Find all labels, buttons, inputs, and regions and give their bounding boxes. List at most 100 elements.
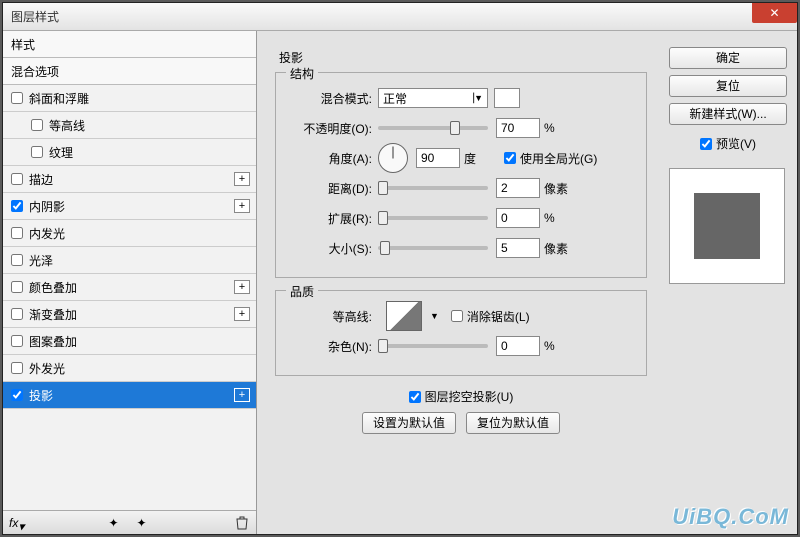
preview-checkbox[interactable]: [700, 138, 712, 150]
blending-options-row[interactable]: 混合选项: [3, 58, 256, 85]
layer-style-dialog: 图层样式 ✕ 样式 混合选项 斜面和浮雕 等高线: [2, 2, 798, 535]
close-button[interactable]: ✕: [752, 3, 797, 23]
style-checkbox[interactable]: [31, 119, 43, 131]
style-item-drop-shadow[interactable]: 投影 +: [3, 382, 256, 409]
opacity-slider[interactable]: [378, 126, 488, 130]
spread-slider[interactable]: [378, 216, 488, 220]
style-checkbox[interactable]: [11, 281, 23, 293]
style-label: 等高线: [49, 117, 85, 134]
style-checkbox[interactable]: [11, 362, 23, 374]
opacity-input[interactable]: 70: [496, 118, 540, 138]
reset-button[interactable]: 复位: [669, 75, 787, 97]
structure-group: 结构 混合模式: 正常 ▕▼ 不透明度(O): 70 % 角度(A): [275, 72, 647, 278]
style-item-pattern-overlay[interactable]: 图案叠加: [3, 328, 256, 355]
preview-label: 预览(V): [716, 135, 756, 152]
style-item-inner-glow[interactable]: 内发光: [3, 220, 256, 247]
global-light-checkbox[interactable]: [504, 152, 516, 164]
reset-default-button[interactable]: 复位为默认值: [466, 412, 560, 434]
move-up-icon[interactable]: ✦: [109, 516, 123, 530]
make-default-button[interactable]: 设置为默认值: [362, 412, 456, 434]
blending-options-label: 混合选项: [11, 63, 59, 80]
spread-unit: %: [544, 211, 574, 225]
global-light-label: 使用全局光(G): [520, 150, 597, 167]
style-label: 外发光: [29, 360, 65, 377]
distance-input[interactable]: 2: [496, 178, 540, 198]
structure-legend: 结构: [286, 65, 318, 82]
fx-menu-icon[interactable]: fx▾: [9, 516, 23, 530]
contour-picker[interactable]: [386, 301, 422, 331]
settings-panel: 投影 结构 混合模式: 正常 ▕▼ 不透明度(O): 70 %: [257, 31, 659, 534]
antialias-checkbox[interactable]: [451, 310, 463, 322]
window-title: 图层样式: [11, 8, 59, 25]
action-panel: 确定 复位 新建样式(W)... 预览(V): [659, 31, 797, 534]
style-label: 描边: [29, 171, 53, 188]
spread-input[interactable]: 0: [496, 208, 540, 228]
style-checkbox[interactable]: [11, 173, 23, 185]
chevron-down-icon: ▕▼: [467, 93, 483, 104]
size-label: 大小(S):: [288, 240, 372, 257]
blend-mode-value: 正常: [383, 90, 407, 107]
style-checkbox[interactable]: [11, 254, 23, 266]
section-title: 投影: [279, 49, 647, 66]
style-label: 图案叠加: [29, 333, 77, 350]
blend-mode-label: 混合模式:: [288, 90, 372, 107]
add-effect-icon[interactable]: +: [234, 280, 250, 294]
size-unit: 像素: [544, 240, 574, 257]
move-down-icon[interactable]: ✦: [137, 516, 151, 530]
style-label: 投影: [29, 387, 53, 404]
style-item-stroke[interactable]: 描边 +: [3, 166, 256, 193]
titlebar[interactable]: 图层样式 ✕: [3, 3, 797, 31]
ok-button[interactable]: 确定: [669, 47, 787, 69]
style-item-gradient-overlay[interactable]: 渐变叠加 +: [3, 301, 256, 328]
style-item-contour[interactable]: 等高线: [3, 112, 256, 139]
style-checkbox[interactable]: [11, 335, 23, 347]
styles-header[interactable]: 样式: [3, 31, 256, 58]
distance-label: 距离(D):: [288, 180, 372, 197]
add-effect-icon[interactable]: +: [234, 388, 250, 402]
style-item-satin[interactable]: 光泽: [3, 247, 256, 274]
angle-dial[interactable]: [378, 143, 408, 173]
quality-group: 品质 等高线: ▼ 消除锯齿(L) 杂色(N): 0 %: [275, 290, 647, 376]
style-checkbox[interactable]: [11, 389, 23, 401]
style-checkbox[interactable]: [11, 227, 23, 239]
spread-label: 扩展(R):: [288, 210, 372, 227]
size-input[interactable]: 5: [496, 238, 540, 258]
styles-header-label: 样式: [11, 36, 35, 53]
style-label: 纹理: [49, 144, 73, 161]
knockout-checkbox[interactable]: [409, 391, 421, 403]
style-label: 渐变叠加: [29, 306, 77, 323]
noise-input[interactable]: 0: [496, 336, 540, 356]
styles-list: 样式 混合选项 斜面和浮雕 等高线 纹理: [3, 31, 256, 510]
blend-mode-select[interactable]: 正常 ▕▼: [378, 88, 488, 108]
style-checkbox[interactable]: [11, 308, 23, 320]
add-effect-icon[interactable]: +: [234, 199, 250, 213]
size-slider[interactable]: [378, 246, 488, 250]
angle-input[interactable]: 90: [416, 148, 460, 168]
add-effect-icon[interactable]: +: [234, 307, 250, 321]
preview-swatch: [694, 193, 760, 259]
add-effect-icon[interactable]: +: [234, 172, 250, 186]
contour-label: 等高线:: [288, 308, 372, 325]
style-item-bevel[interactable]: 斜面和浮雕: [3, 85, 256, 112]
opacity-label: 不透明度(O):: [288, 120, 372, 137]
style-checkbox[interactable]: [11, 92, 23, 104]
style-label: 光泽: [29, 252, 53, 269]
style-item-color-overlay[interactable]: 颜色叠加 +: [3, 274, 256, 301]
shadow-color-swatch[interactable]: [494, 88, 520, 108]
noise-slider[interactable]: [378, 344, 488, 348]
styles-panel: 样式 混合选项 斜面和浮雕 等高线 纹理: [3, 31, 257, 534]
distance-slider[interactable]: [378, 186, 488, 190]
angle-unit: 度: [464, 150, 494, 167]
chevron-down-icon[interactable]: ▼: [430, 311, 439, 321]
style-checkbox[interactable]: [11, 200, 23, 212]
style-item-outer-glow[interactable]: 外发光: [3, 355, 256, 382]
style-item-texture[interactable]: 纹理: [3, 139, 256, 166]
style-label: 斜面和浮雕: [29, 90, 89, 107]
style-item-inner-shadow[interactable]: 内阴影 +: [3, 193, 256, 220]
new-style-button[interactable]: 新建样式(W)...: [669, 103, 787, 125]
trash-icon[interactable]: [236, 516, 250, 530]
angle-label: 角度(A):: [288, 150, 372, 167]
quality-legend: 品质: [286, 283, 318, 300]
style-checkbox[interactable]: [31, 146, 43, 158]
distance-unit: 像素: [544, 180, 574, 197]
